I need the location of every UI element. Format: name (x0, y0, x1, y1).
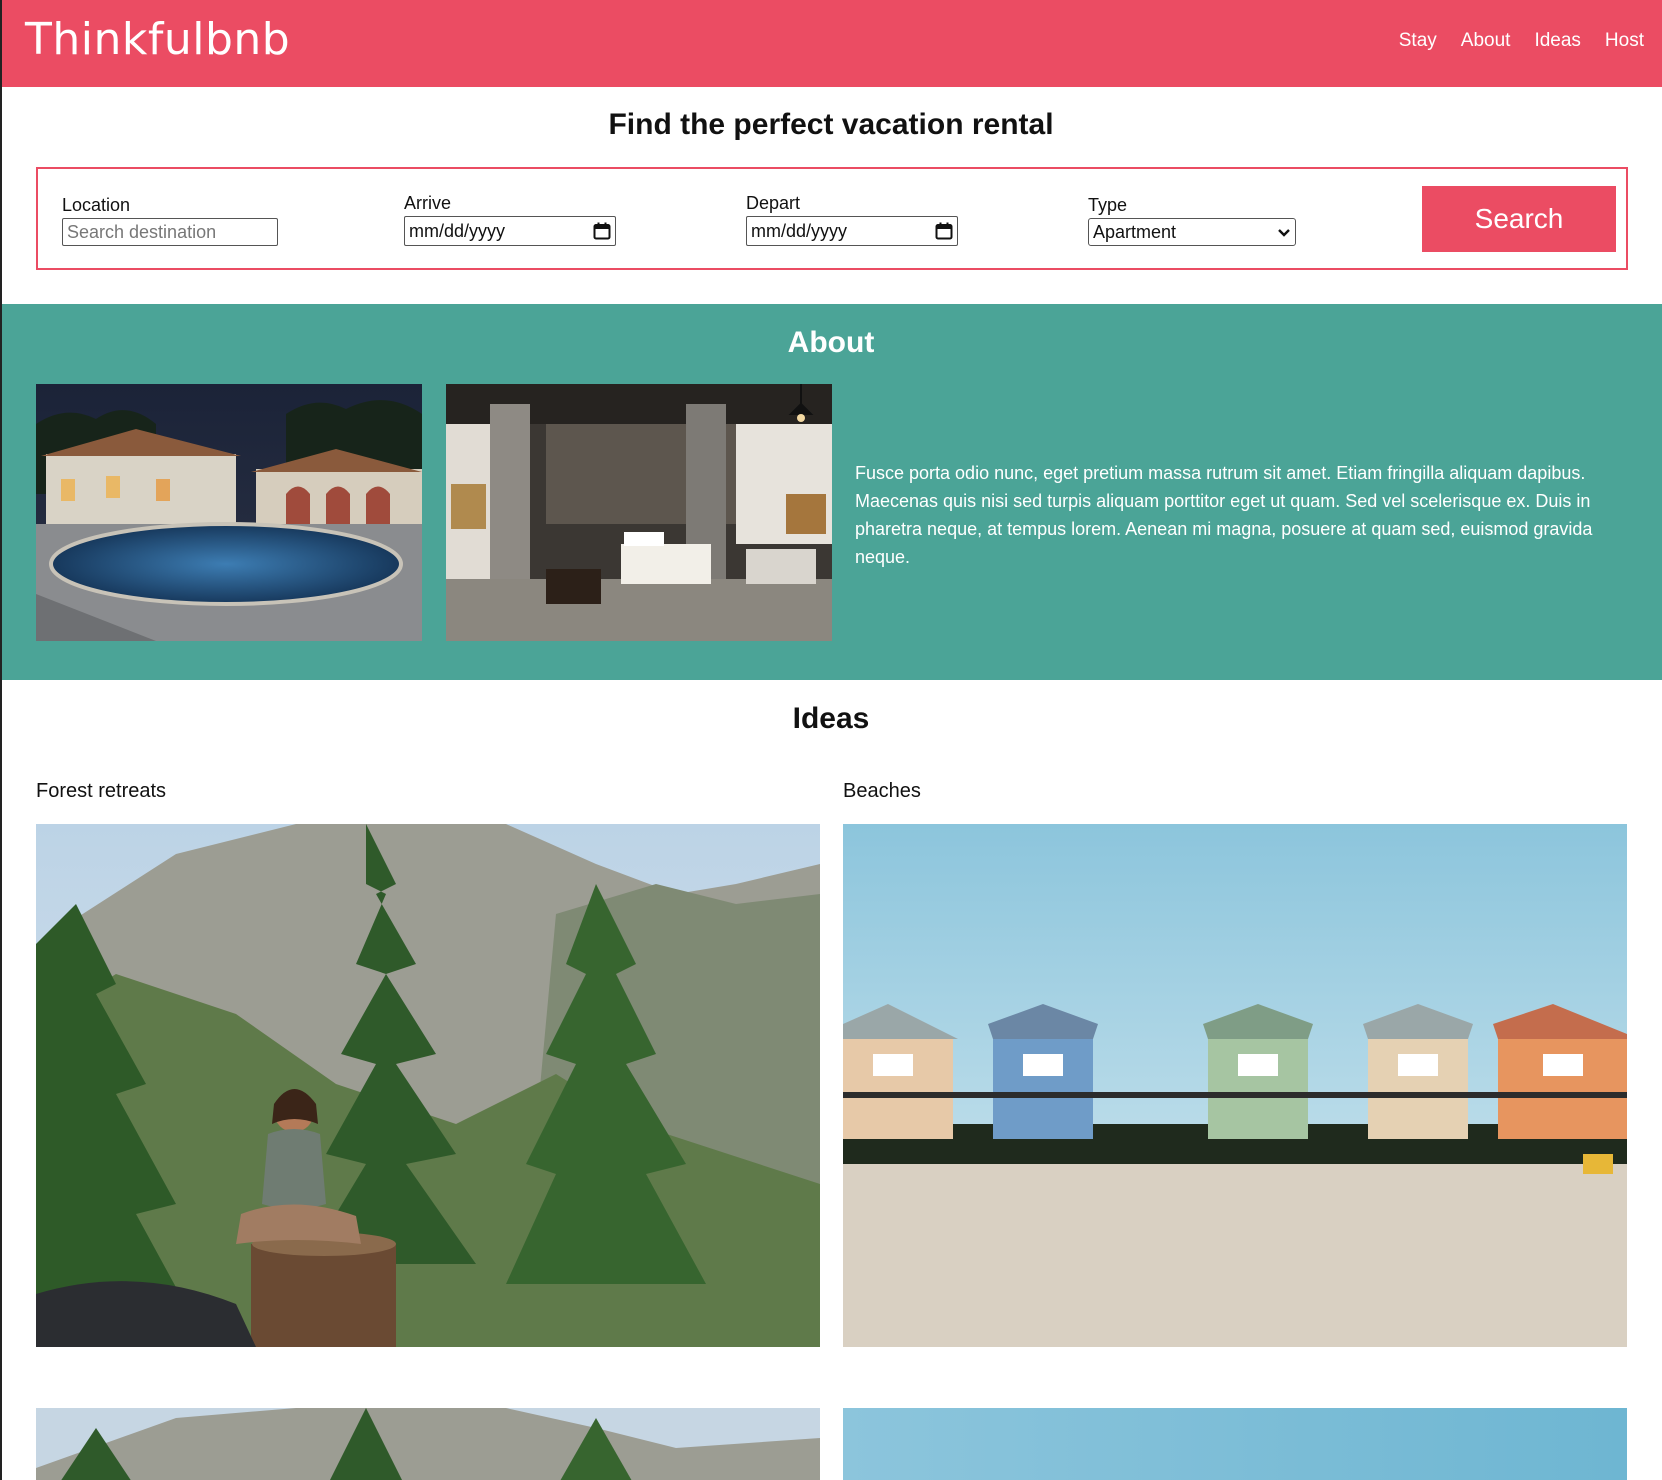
arrive-field: Arrive mm/dd/yyyy (404, 193, 616, 246)
about-title: About (787, 326, 875, 359)
location-field: Location Search destination (62, 195, 278, 246)
page-frame-edge (0, 0, 2, 1480)
depart-label: Depart (746, 193, 801, 213)
location-input[interactable]: Search destination (62, 218, 278, 246)
site-header: Thinkfulbnb Stay About Ideas Host (0, 0, 1662, 87)
search-form: Location Search destination Arrive mm/dd… (36, 167, 1628, 270)
search-button[interactable]: Search (1422, 186, 1616, 252)
type-field: Type Apartment (1088, 195, 1296, 246)
about-image-loft-bedroom (446, 384, 832, 641)
nav-link-host[interactable]: Host (1605, 30, 1644, 52)
ideas-title: Ideas (792, 702, 870, 735)
arrive-label: Arrive (404, 193, 452, 213)
type-select[interactable]: Apartment (1088, 218, 1296, 246)
search-title: Find the perfect vacation rental (608, 108, 1054, 141)
nav-link-stay[interactable]: Stay (1399, 30, 1437, 52)
about-image-villa-pool (36, 384, 422, 641)
arrive-date-input[interactable]: mm/dd/yyyy (404, 216, 616, 246)
location-label: Location (62, 195, 131, 215)
nav-link-ideas[interactable]: Ideas (1534, 30, 1580, 52)
idea-label-forest-retreats: Forest retreats (36, 780, 167, 802)
about-section: About Fusce porta odio nunc, eget pretiu… (0, 304, 1662, 680)
brand-logo[interactable]: Thinkfulbnb (25, 14, 290, 65)
calendar-icon[interactable] (593, 222, 611, 240)
calendar-icon[interactable] (935, 222, 953, 240)
idea-image-forest-retreats[interactable] (36, 824, 820, 1347)
main-nav: Stay About Ideas Host (1399, 30, 1644, 52)
depart-date-value: mm/dd/yyyy (751, 220, 848, 241)
idea-image-beaches-2[interactable] (843, 1408, 1627, 1480)
idea-label-beaches: Beaches (843, 780, 921, 802)
chevron-down-icon (1277, 222, 1291, 243)
idea-image-forest-retreats-2[interactable] (36, 1408, 820, 1480)
nav-link-about[interactable]: About (1461, 30, 1511, 52)
about-description: Fusce porta odio nunc, eget pretium mass… (855, 463, 1593, 567)
type-select-value: Apartment (1093, 221, 1177, 242)
arrive-date-value: mm/dd/yyyy (409, 220, 506, 241)
type-label: Type (1088, 195, 1128, 215)
depart-field: Depart mm/dd/yyyy (746, 193, 958, 246)
idea-image-beaches[interactable] (843, 824, 1627, 1347)
depart-date-input[interactable]: mm/dd/yyyy (746, 216, 958, 246)
